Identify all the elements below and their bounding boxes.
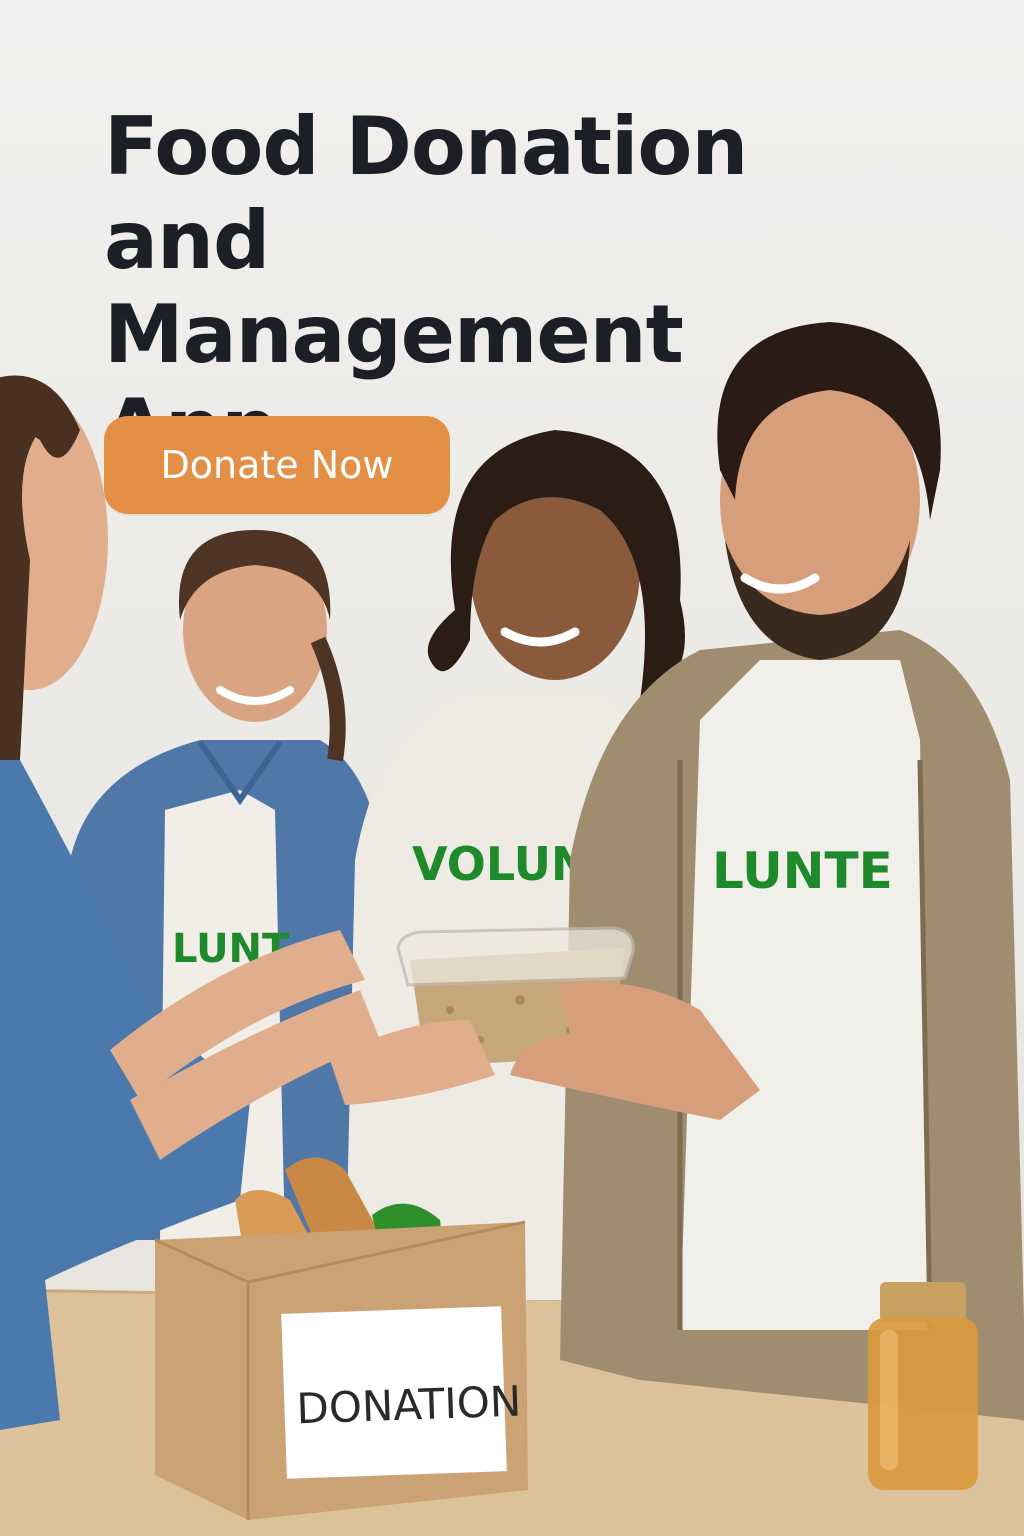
title-line-2: and Management [104,194,684,381]
box-label: DONATION [296,1377,522,1434]
donate-now-button[interactable]: Donate Now [104,416,450,514]
shirt-text-right: LUNTE [712,842,893,900]
promo-screen: LUNT VOLUNTE LUNTE DONATION Food Donatio… [0,0,1024,1536]
jar [868,1282,978,1490]
title-line-1: Food Donation [104,100,748,193]
